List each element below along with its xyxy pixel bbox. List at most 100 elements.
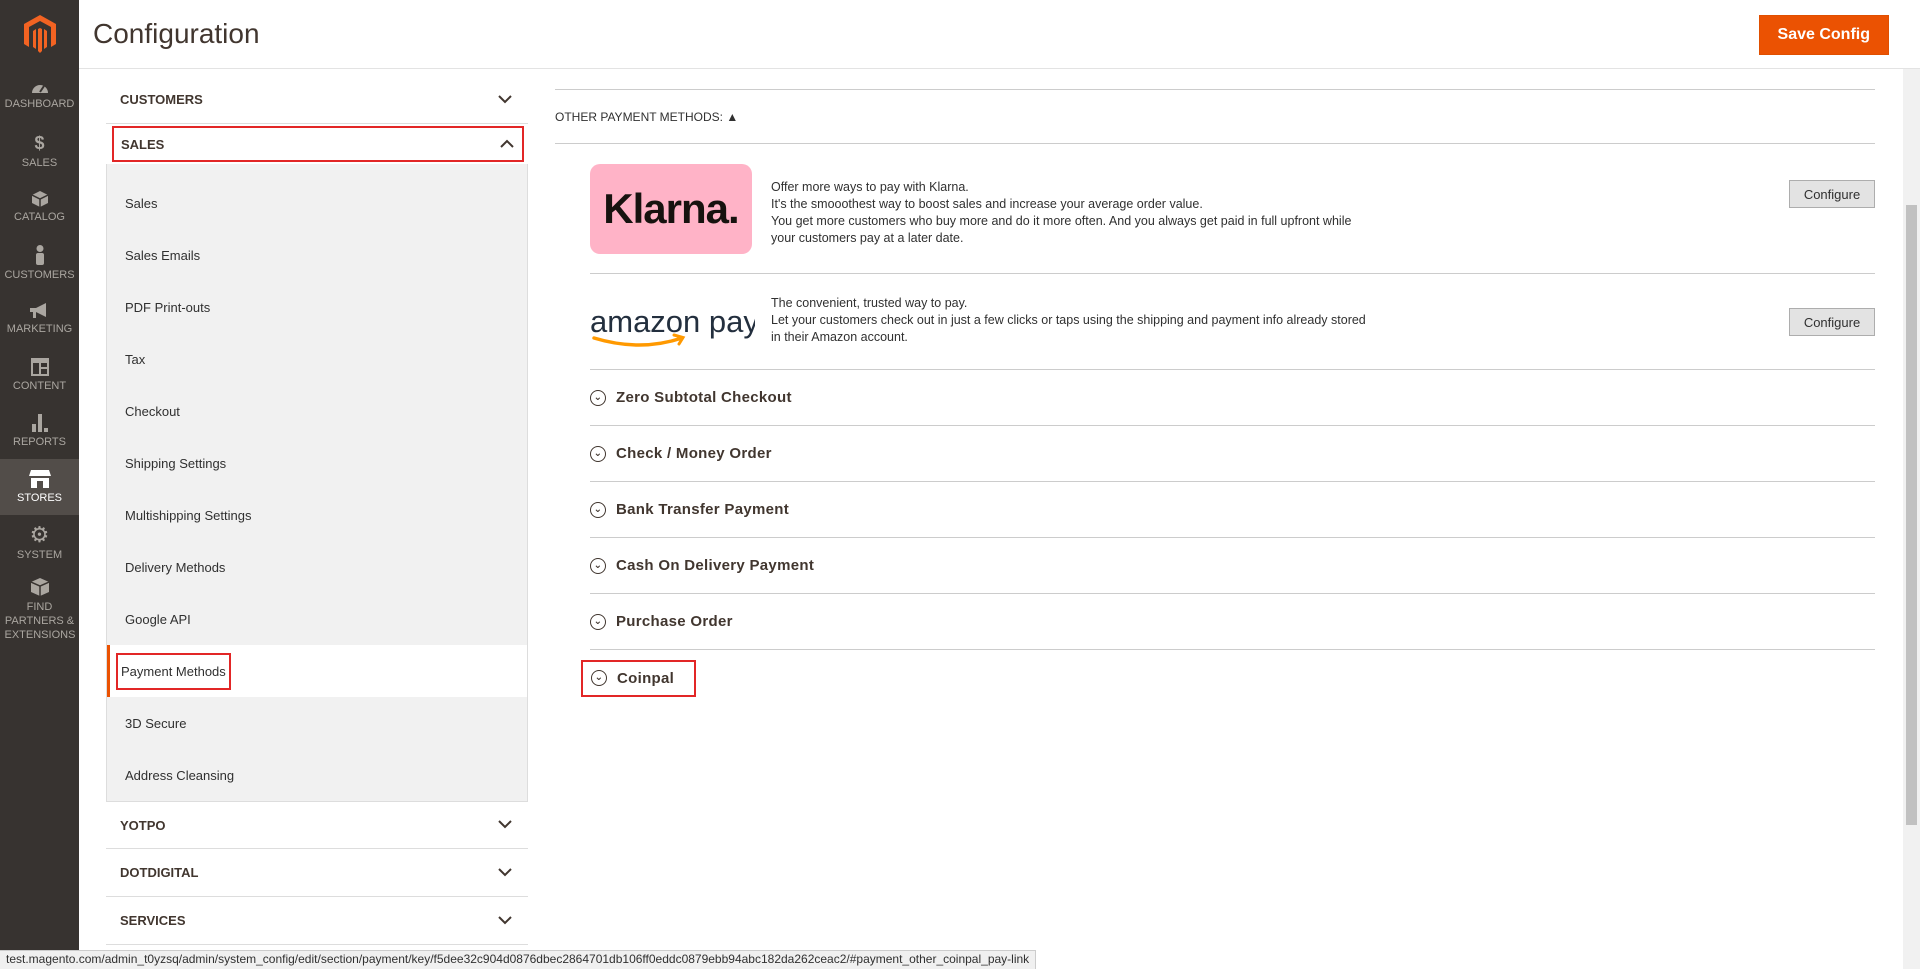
section-label: DOTDIGITAL — [120, 865, 199, 880]
method-label: Zero Subtotal Checkout — [616, 389, 792, 406]
klarna-logo: Klarna. — [590, 164, 752, 254]
method-cash-on-delivery[interactable]: ⌄ Cash On Delivery Payment — [590, 538, 1875, 594]
method-label: Check / Money Order — [616, 445, 772, 462]
magento-logo-icon — [23, 14, 56, 53]
sub-3d-secure[interactable]: 3D Secure — [107, 697, 527, 749]
section-services[interactable]: SERVICES — [106, 897, 528, 945]
amazon-pay-logo-text: amazon pay — [590, 304, 755, 339]
section-label: SALES — [121, 136, 165, 152]
expand-circle-icon: ⌄ — [591, 670, 607, 686]
sub-sales[interactable]: Sales — [107, 177, 527, 229]
description-line: your customers pay at a later date. — [771, 231, 964, 245]
sub-label: Delivery Methods — [125, 559, 226, 575]
nav-stores[interactable]: STORES — [0, 459, 79, 515]
sub-address-cleansing[interactable]: Address Cleansing — [107, 749, 527, 801]
nav-system[interactable]: ⚙ SYSTEM — [0, 515, 79, 571]
sub-tax[interactable]: Tax — [107, 333, 527, 385]
other-payment-methods-heading: OTHER PAYMENT METHODS: ▲ — [555, 109, 739, 124]
sub-label: Multishipping Settings — [125, 507, 252, 523]
scrollbar-thumb[interactable] — [1906, 205, 1917, 825]
sub-shipping-settings[interactable]: Shipping Settings — [107, 437, 527, 489]
sub-pdf-printouts[interactable]: PDF Print-outs — [107, 281, 527, 333]
klarna-configure-button[interactable]: Configure — [1789, 180, 1875, 208]
section-dotdigital[interactable]: DOTDIGITAL — [106, 849, 528, 897]
bar-chart-icon — [31, 414, 48, 432]
method-purchase-order[interactable]: ⌄ Purchase Order — [590, 594, 1875, 650]
sub-label: Checkout — [125, 403, 180, 419]
amazon-pay-logo-graphic: amazon pay — [590, 304, 759, 347]
nav-label: CONTENT — [12, 380, 67, 392]
description-line: Let your customers check out in just a f… — [771, 313, 1366, 327]
method-label: Cash On Delivery Payment — [616, 557, 815, 574]
sub-google-api[interactable]: Google API — [107, 593, 527, 645]
method-coinpal[interactable]: ⌄ Coinpal — [581, 650, 1875, 706]
config-sidebar: CUSTOMERS SALES Sales Sales Emails PDF P… — [106, 69, 528, 969]
section-yotpo[interactable]: YOTPO — [106, 801, 528, 849]
description-line: The convenient, trusted way to pay. — [771, 296, 968, 310]
sub-label: Address Cleansing — [125, 767, 235, 783]
dollar-icon: $ — [34, 133, 45, 153]
magento-logo[interactable] — [0, 0, 79, 67]
nav-label: CATALOG — [14, 211, 65, 223]
section-sales[interactable]: SALES — [112, 126, 524, 162]
sub-delivery-methods[interactable]: Delivery Methods — [107, 541, 527, 593]
person-icon — [34, 245, 46, 265]
sub-label: Google API — [125, 611, 191, 627]
sub-label: 3D Secure — [125, 715, 187, 731]
coinpal-highlight[interactable]: ⌄ Coinpal — [581, 659, 697, 697]
sub-sales-emails[interactable]: Sales Emails — [107, 229, 527, 281]
method-bank-transfer[interactable]: ⌄ Bank Transfer Payment — [590, 482, 1875, 538]
nav-marketing[interactable]: MARKETING — [0, 291, 79, 347]
section-label: SERVICES — [120, 913, 186, 928]
page-scrollbar[interactable] — [1903, 69, 1920, 969]
expand-circle-icon: ⌄ — [590, 613, 606, 630]
storefront-icon — [28, 470, 51, 488]
method-zero-subtotal-checkout[interactable]: ⌄ Zero Subtotal Checkout — [590, 370, 1875, 426]
section-label: CUSTOMERS — [120, 92, 203, 107]
klarna-row: Klarna. Offer more ways to pay with Klar… — [590, 144, 1875, 274]
page-header: Configuration Save Config — [79, 0, 1920, 69]
main-content: OTHER PAYMENT METHODS: ▲ Klarna. Offer m… — [555, 69, 1875, 969]
sub-checkout[interactable]: Checkout — [107, 385, 527, 437]
nav-reports[interactable]: REPORTS — [0, 403, 79, 459]
amazon-pay-description: The convenient, trusted way to pay. Let … — [771, 295, 1421, 346]
amazon-pay-configure-button[interactable]: Configure — [1789, 308, 1875, 336]
sub-label: PDF Print-outs — [125, 299, 211, 315]
sub-label: Shipping Settings — [125, 455, 227, 471]
layout-icon — [30, 358, 49, 376]
method-label: Coinpal — [617, 669, 675, 687]
other-payment-methods-toggle[interactable]: OTHER PAYMENT METHODS: ▲ — [555, 90, 1875, 144]
cube-icon — [30, 578, 49, 596]
description-line: It's the smooothest way to boost sales a… — [771, 197, 1203, 211]
method-check-money-order[interactable]: ⌄ Check / Money Order — [590, 426, 1875, 482]
klarna-description: Offer more ways to pay with Klarna. It's… — [771, 179, 1421, 247]
nav-catalog[interactable]: CATALOG — [0, 179, 79, 235]
nav-sales[interactable]: $ SALES — [0, 123, 79, 179]
expand-circle-icon: ⌄ — [590, 557, 606, 574]
expand-circle-icon: ⌄ — [590, 445, 606, 462]
save-config-button[interactable]: Save Config — [1758, 15, 1889, 55]
nav-label: STORES — [16, 492, 63, 504]
nav-label: DASHBOARD — [4, 98, 75, 110]
chevron-down-icon — [498, 91, 512, 109]
sub-label: Payment Methods — [116, 652, 231, 690]
sub-label: Tax — [125, 351, 146, 367]
status-bar-url: test.magento.com/admin_t0yzsq/admin/syst… — [0, 950, 1037, 969]
nav-label: FIND PARTNERS & EXTENSIONS — [4, 601, 76, 641]
sub-payment-methods[interactable]: Payment Methods — [107, 645, 527, 697]
nav-content[interactable]: CONTENT — [0, 347, 79, 403]
amazon-pay-row: amazon pay The convenient, trusted way t… — [590, 274, 1875, 370]
nav-label: SALES — [21, 157, 58, 169]
nav-dashboard[interactable]: DASHBOARD — [0, 67, 79, 123]
sub-multishipping-settings[interactable]: Multishipping Settings — [107, 489, 527, 541]
dashboard-icon — [31, 80, 49, 94]
chevron-down-icon — [498, 912, 512, 930]
sub-label: Sales — [125, 195, 158, 211]
chevron-down-icon — [498, 816, 512, 834]
sub-label: Sales Emails — [125, 247, 201, 263]
section-customers[interactable]: CUSTOMERS — [106, 76, 528, 124]
description-line: You get more customers who buy more and … — [771, 214, 1352, 228]
nav-find-partners[interactable]: FIND PARTNERS & EXTENSIONS — [0, 571, 79, 649]
chevron-up-icon — [500, 135, 514, 153]
nav-customers[interactable]: CUSTOMERS — [0, 235, 79, 291]
